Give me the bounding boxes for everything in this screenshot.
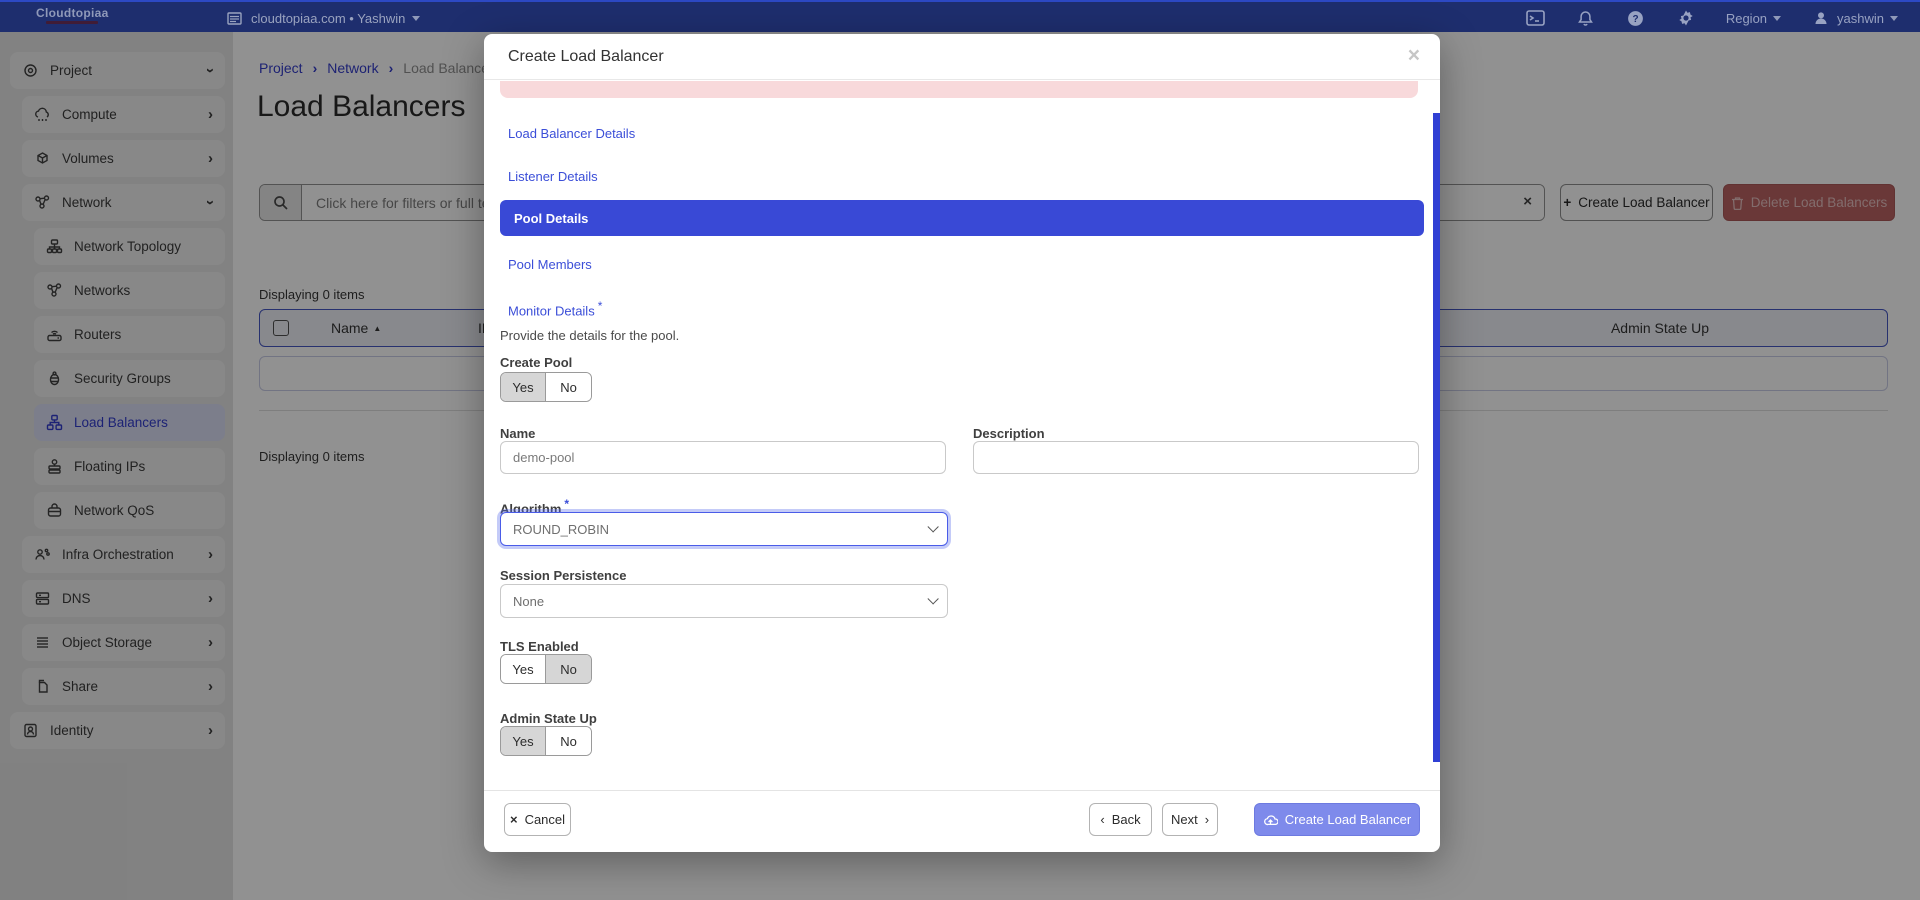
step-load-balancer-details[interactable]: Load Balancer Details (508, 126, 635, 141)
gear-icon[interactable] (1676, 8, 1696, 28)
tls-yes-button[interactable]: Yes (501, 655, 546, 683)
algorithm-select[interactable]: ROUND_ROBIN (500, 512, 948, 546)
chevron-down-icon (927, 593, 938, 604)
app-root: Cloudtopiaa cloudtopiaa.com • Yashwin ? (0, 0, 1920, 900)
create-pool-yes-button[interactable]: Yes (501, 373, 546, 401)
step-pool-members[interactable]: Pool Members (508, 257, 592, 272)
next-button[interactable]: Next › (1162, 803, 1218, 836)
step-monitor-details[interactable]: Monitor Details* (508, 299, 602, 318)
create-pool-label: Create Pool (500, 355, 572, 370)
caret-down-icon (412, 16, 420, 21)
tls-enabled-label: TLS Enabled (500, 639, 579, 654)
required-asterisk: * (564, 497, 569, 511)
modal-scrollbar-thumb[interactable] (1433, 113, 1440, 762)
cloud-upload-icon (1263, 814, 1278, 826)
admin-state-up-toggle: Yes No (500, 726, 592, 756)
chevron-left-icon: ‹ (1100, 812, 1104, 827)
error-alert-partial (500, 81, 1418, 98)
bell-icon[interactable] (1576, 8, 1596, 28)
create-pool-toggle: Yes No (500, 372, 592, 402)
user-label: yashwin (1837, 11, 1884, 26)
tls-enabled-toggle: Yes No (500, 654, 592, 684)
modal-header: Create Load Balancer × (484, 34, 1440, 80)
tls-no-button[interactable]: No (546, 655, 591, 683)
close-icon[interactable]: × (1408, 44, 1420, 68)
top-navbar: Cloudtopiaa cloudtopiaa.com • Yashwin ? (0, 0, 1920, 32)
caret-down-icon (1890, 16, 1898, 21)
brand-logo[interactable]: Cloudtopiaa (36, 6, 109, 24)
session-persistence-label: Session Persistence (500, 568, 626, 583)
description-input[interactable] (973, 441, 1419, 474)
step-listener-details[interactable]: Listener Details (508, 169, 598, 184)
admin-state-no-button[interactable]: No (546, 727, 591, 755)
admin-state-up-label: Admin State Up (500, 711, 597, 726)
user-icon (1811, 8, 1831, 28)
step-pool-details-active[interactable]: Pool Details (500, 200, 1424, 236)
pool-name-input[interactable] (500, 441, 946, 474)
required-asterisk: * (598, 299, 603, 313)
create-pool-no-button[interactable]: No (546, 373, 591, 401)
user-menu[interactable]: yashwin (1811, 8, 1898, 28)
session-persistence-select[interactable]: None (500, 584, 948, 618)
step-helper-text: Provide the details for the pool. (500, 328, 679, 343)
admin-state-yes-button[interactable]: Yes (501, 727, 546, 755)
help-icon[interactable]: ? (1626, 8, 1646, 28)
navbar-actions: ? Region yashwin (1526, 2, 1898, 34)
x-icon: × (510, 812, 518, 827)
project-switcher[interactable]: cloudtopiaa.com • Yashwin (224, 2, 420, 34)
chevron-right-icon: › (1205, 812, 1209, 827)
modal-footer: × Cancel ‹ Back Next › Create Load Balan… (484, 790, 1440, 852)
create-load-balancer-modal: Create Load Balancer × Load Balancer Det… (484, 34, 1440, 852)
cancel-button[interactable]: × Cancel (504, 803, 571, 836)
brand-tagline (46, 21, 98, 24)
submit-create-load-balancer-button[interactable]: Create Load Balancer (1254, 803, 1420, 836)
svg-text:?: ? (1633, 14, 1639, 25)
project-switcher-label: cloudtopiaa.com • Yashwin (251, 11, 405, 26)
console-icon[interactable] (1526, 8, 1546, 28)
region-menu[interactable]: Region (1726, 11, 1781, 26)
region-label: Region (1726, 11, 1767, 26)
chevron-down-icon (927, 521, 938, 532)
back-button[interactable]: ‹ Back (1089, 803, 1152, 836)
caret-down-icon (1773, 16, 1781, 21)
modal-title: Create Load Balancer (508, 48, 664, 66)
name-label: Name (500, 426, 535, 441)
description-label: Description (973, 426, 1045, 441)
brand-logo-text: Cloudtopiaa (36, 6, 109, 20)
window-icon (224, 8, 244, 28)
